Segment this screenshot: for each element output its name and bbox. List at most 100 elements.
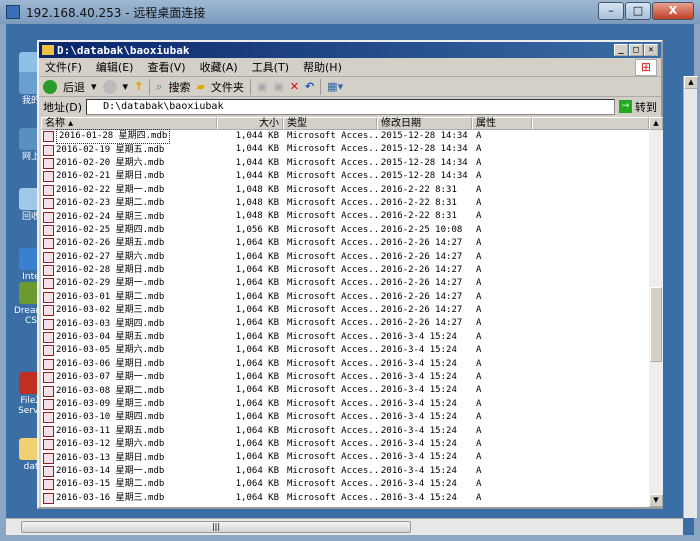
scroll-down-icon[interactable]: ▼	[649, 494, 663, 507]
file-name: 2016-02-27 星期六.mdb	[56, 251, 165, 262]
file-row[interactable]: 2016-03-14 星期一.mdb 1,064 KB Microsoft Acce…	[41, 465, 649, 478]
file-row[interactable]: 2016-03-02 星期三.mdb 1,064 KB Microsoft Acce…	[41, 304, 649, 317]
move-to-icon[interactable]: ▣	[257, 80, 267, 93]
file-row[interactable]: 2016-02-25 星期四.mdb 1,056 KB Microsoft Acce…	[41, 224, 649, 237]
file-type: Microsoft Acces...	[287, 398, 385, 409]
file-attributes: A	[476, 385, 482, 396]
menu-item[interactable]: 工具(T)	[252, 59, 289, 75]
maximize-button[interactable]: □	[629, 44, 643, 56]
file-modified: 2016-2-25 10:08	[381, 224, 463, 235]
file-name: 2016-03-08 星期二.mdb	[56, 385, 165, 396]
file-name: 2016-02-20 星期六.mdb	[56, 157, 165, 168]
close-button[interactable]: X	[652, 2, 694, 20]
rdp-vertical-scrollbar[interactable]: ▲	[683, 76, 698, 518]
file-row[interactable]: 2016-03-03 星期四.mdb 1,064 KB Microsoft Acce…	[41, 317, 649, 330]
file-row[interactable]: 2016-02-19 星期五.mdb 1,044 KB Microsoft Acce…	[41, 143, 649, 156]
file-modified: 2016-3-4 15:24	[381, 385, 457, 396]
file-row[interactable]: 2016-03-10 星期四.mdb 1,064 KB Microsoft Acce…	[41, 411, 649, 424]
folders-icon[interactable]: ▰	[196, 80, 204, 93]
file-row[interactable]: 2016-02-27 星期六.mdb 1,064 KB Microsoft Acce…	[41, 251, 649, 264]
minimize-button[interactable]: –	[598, 2, 624, 20]
file-row[interactable]: 2016-01-28 星期四.mdb 1,044 KB Microsoft Acce…	[41, 129, 649, 145]
file-row[interactable]: 2016-02-28 星期日.mdb 1,064 KB Microsoft Acce…	[41, 264, 649, 277]
file-size: 1,064 KB	[235, 251, 279, 262]
close-button[interactable]: ✕	[644, 44, 658, 56]
up-folder-icon[interactable]: ↑	[134, 80, 143, 93]
file-type: Microsoft Acces...	[287, 224, 385, 235]
maximize-button[interactable]: □	[625, 2, 651, 20]
file-name: 2016-03-09 星期三.mdb	[56, 399, 165, 409]
rdp-horizontal-scrollbar[interactable]: |||	[6, 518, 683, 535]
file-row[interactable]: 2016-03-12 星期六.mdb 1,064 KB Microsoft Acce…	[41, 438, 649, 451]
file-row[interactable]: 2016-03-08 星期二.mdb 1,064 KB Microsoft Acce…	[41, 384, 649, 397]
access-file-icon	[43, 224, 54, 236]
column-size[interactable]: 大小	[217, 117, 283, 130]
scroll-thumb[interactable]	[650, 287, 662, 362]
folders-button[interactable]: 文件夹	[211, 79, 244, 95]
column-name[interactable]: 名称 ▴	[41, 117, 217, 130]
file-name: 2016-03-10 星期四.mdb	[56, 412, 165, 423]
search-button[interactable]: 搜索	[168, 79, 190, 95]
forward-icon[interactable]	[102, 79, 117, 94]
file-row[interactable]: 2016-03-05 星期六.mdb 1,064 KB Microsoft Acce…	[41, 344, 649, 357]
file-row[interactable]: 2016-03-16 星期三.mdb 1,064 KB Microsoft Acce…	[41, 492, 649, 505]
menu-item[interactable]: 文件(F)	[45, 59, 82, 75]
address-label: 地址(D)	[43, 100, 83, 114]
file-row[interactable]: 2016-02-22 星期一.mdb 1,048 KB Microsoft Acce…	[41, 184, 649, 197]
file-row[interactable]: 2016-03-09 星期三.mdb 1,064 KB Microsoft Acce…	[41, 398, 649, 411]
address-input[interactable]	[86, 98, 615, 115]
file-row[interactable]: 2016-02-21 星期日.mdb 1,044 KB Microsoft Acce…	[41, 170, 649, 183]
go-arrow-icon[interactable]: →	[619, 100, 632, 113]
delete-icon[interactable]: ✕	[290, 80, 299, 93]
file-size: 1,064 KB	[235, 412, 279, 423]
file-row[interactable]: 2016-02-20 星期六.mdb 1,044 KB Microsoft Acce…	[41, 157, 649, 170]
menu-item[interactable]: 查看(V)	[147, 59, 185, 75]
menu-item[interactable]: 收藏(A)	[200, 59, 238, 75]
file-size: 1,064 KB	[235, 331, 279, 342]
file-size: 1,064 KB	[235, 291, 279, 302]
file-row[interactable]: 2016-02-23 星期二.mdb 1,048 KB Microsoft Acce…	[41, 197, 649, 210]
file-name: 2016-02-26 星期五.mdb	[56, 238, 165, 249]
file-row[interactable]: 2016-02-26 星期五.mdb 1,064 KB Microsoft Acce…	[41, 237, 649, 250]
column-modified[interactable]: 修改日期	[377, 117, 472, 130]
file-row[interactable]: 2016-03-13 星期日.mdb 1,064 KB Microsoft Acce…	[41, 451, 649, 464]
chevron-down-icon[interactable]: ▾	[123, 80, 129, 93]
file-row[interactable]: 2016-03-11 星期五.mdb 1,064 KB Microsoft Acce…	[41, 425, 649, 438]
scroll-up-icon[interactable]: ▲	[649, 117, 663, 130]
back-icon[interactable]	[43, 79, 57, 94]
file-list-scrollbar[interactable]: ▲ ▼	[649, 117, 663, 507]
chevron-down-icon[interactable]: ▾	[91, 80, 97, 93]
file-modified: 2015-12-28 14:34	[381, 144, 468, 155]
file-row[interactable]: 2016-03-07 星期一.mdb 1,064 KB Microsoft Acce…	[41, 371, 649, 384]
access-file-icon	[43, 251, 54, 263]
column-type[interactable]: 类型	[283, 117, 377, 130]
go-button[interactable]: 转到	[635, 99, 657, 115]
file-type: Microsoft Acces...	[287, 452, 385, 463]
back-button[interactable]: 后退	[63, 79, 85, 95]
file-modified: 2015-12-28 14:34	[381, 131, 468, 141]
minimize-button[interactable]: _	[614, 44, 628, 56]
file-row[interactable]: 2016-03-04 星期五.mdb 1,064 KB Microsoft Acce…	[41, 331, 649, 344]
file-modified: 2016-3-4 15:24	[381, 398, 457, 409]
copy-to-icon[interactable]: ▣	[273, 80, 283, 93]
file-size: 1,064 KB	[235, 385, 279, 396]
file-type: Microsoft Acces...	[287, 305, 385, 316]
file-row[interactable]: 2016-02-29 星期一.mdb 1,064 KB Microsoft Acce…	[41, 277, 649, 290]
file-row[interactable]: 2016-03-06 星期日.mdb 1,064 KB Microsoft Acce…	[41, 358, 649, 371]
undo-icon[interactable]: ↶	[305, 80, 314, 93]
file-modified: 2016-3-4 15:24	[381, 438, 457, 449]
rdp-title: 192.168.40.253 - 远程桌面连接	[26, 5, 206, 20]
menu-item[interactable]: 编辑(E)	[96, 59, 134, 75]
file-row[interactable]: 2016-03-01 星期二.mdb 1,064 KB Microsoft Acce…	[41, 291, 649, 304]
menu-item[interactable]: 帮助(H)	[303, 59, 342, 75]
file-row[interactable]: 2016-02-24 星期三.mdb 1,048 KB Microsoft Acce…	[41, 210, 649, 223]
file-row[interactable]: 2016-03-15 星期二.mdb 1,064 KB Microsoft Acce…	[41, 478, 649, 491]
views-icon[interactable]: ▦▾	[327, 80, 343, 93]
file-attributes: A	[476, 157, 482, 168]
file-attributes: A	[476, 492, 482, 503]
divider	[249, 78, 251, 95]
scroll-thumb[interactable]: |||	[21, 521, 411, 533]
column-attributes[interactable]: 属性	[472, 117, 532, 130]
search-icon[interactable]: ⌕	[156, 80, 162, 94]
scroll-up-icon[interactable]: ▲	[684, 76, 698, 89]
